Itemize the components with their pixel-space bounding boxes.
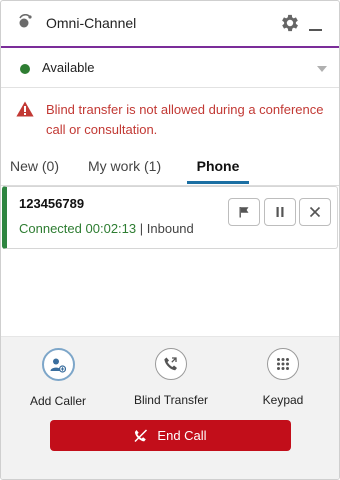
blind-transfer-icon [164, 357, 177, 371]
omni-channel-widget: Omni-Channel Available Blind transfer is… [0, 0, 340, 480]
end-call-button[interactable]: End Call [50, 420, 291, 451]
error-message: Blind transfer is not allowed during a c… [1, 94, 339, 142]
tab-new[interactable]: New (0) [10, 158, 59, 184]
minimize-icon[interactable] [309, 13, 323, 33]
error-text: Blind transfer is not allowed during a c… [46, 102, 324, 137]
add-caller-button[interactable]: Add Caller [3, 348, 113, 408]
chevron-down-icon [317, 66, 327, 72]
tab-my-work[interactable]: My work (1) [88, 158, 161, 184]
end-call-label: End Call [157, 428, 207, 443]
keypad-label: Keypad [262, 393, 304, 407]
blind-transfer-button[interactable]: Blind Transfer [116, 348, 226, 407]
call-direction: Inbound [146, 221, 194, 236]
status-separator: | [139, 221, 144, 236]
decline-button[interactable] [299, 198, 331, 226]
widget-title: Omni-Channel [46, 15, 137, 31]
caller-number: 123456789 [19, 196, 85, 211]
pause-icon [276, 207, 284, 217]
gear-icon[interactable] [279, 12, 301, 34]
add-caller-label: Add Caller [29, 394, 87, 408]
omni-channel-logo-icon [19, 14, 32, 28]
hold-button[interactable] [264, 198, 296, 226]
status-label: Available [42, 60, 95, 75]
keypad-button[interactable]: Keypad [228, 348, 338, 407]
end-call-icon [134, 428, 148, 442]
status-indicator [20, 64, 30, 74]
keypad-icon [277, 358, 289, 370]
flag-button[interactable] [228, 198, 260, 226]
warning-icon [16, 101, 34, 117]
close-icon [309, 206, 321, 218]
active-call-card[interactable]: 123456789 Connected 00:02:13 | Inbound [2, 186, 338, 249]
call-connection-status: Connected [19, 221, 82, 236]
add-caller-icon [50, 358, 66, 373]
widget-header: Omni-Channel [1, 1, 339, 48]
blind-transfer-label: Blind Transfer [133, 393, 209, 407]
presence-status-dropdown[interactable]: Available [1, 48, 339, 88]
tab-bar: New (0) My work (1) Phone [1, 151, 339, 186]
call-status-line: Connected 00:02:13 | Inbound [19, 221, 194, 236]
flag-icon [239, 207, 249, 218]
tab-phone[interactable]: Phone [187, 158, 249, 184]
call-duration: 00:02:13 [85, 221, 137, 236]
call-controls-footer: Add Caller Blind Transfer Keypad End Cal… [1, 336, 339, 479]
